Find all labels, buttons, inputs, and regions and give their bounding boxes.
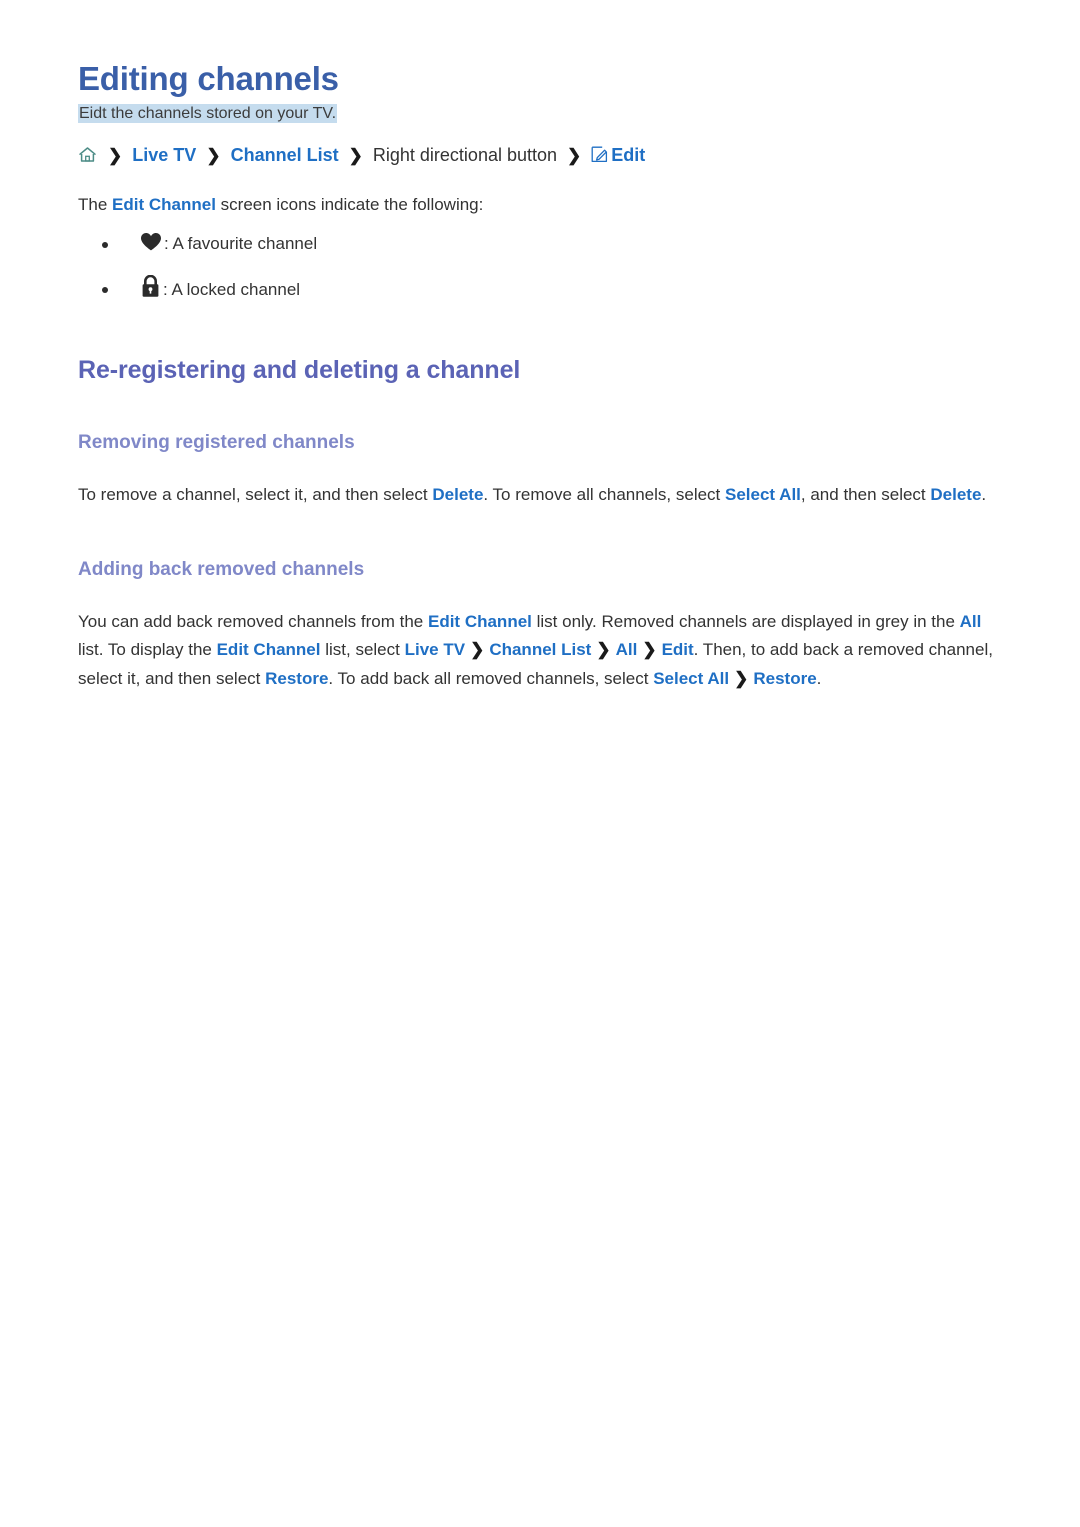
text: You can add back removed channels from t… xyxy=(78,611,428,631)
legend-text-favourite: : A favourite channel xyxy=(164,233,318,253)
intro-text-1: The xyxy=(78,194,113,214)
list-item: : A locked channel xyxy=(78,274,1002,303)
text: . xyxy=(816,669,822,689)
link-all[interactable]: All xyxy=(616,640,638,659)
breadcrumb-item-channel-list[interactable]: Channel List xyxy=(231,145,339,165)
paragraph-removing-registered-channels: To remove a channel, select it, and then… xyxy=(78,481,1002,510)
breadcrumb-item-edit[interactable]: Edit xyxy=(611,145,645,165)
breadcrumb: ❯ Live TV ❯ Channel List ❯ Right directi… xyxy=(78,142,1002,169)
paragraph-adding-back-removed-channels: You can add back removed channels from t… xyxy=(78,608,1002,695)
breadcrumb-item-live-tv[interactable]: Live TV xyxy=(132,145,196,165)
section-heading-re-registering: Re-registering and deleting a channel xyxy=(78,356,521,385)
breadcrumb-item-right-directional-button: Right directional button xyxy=(372,144,558,165)
icon-legend-list: : A favourite channel : A locked channel xyxy=(78,230,1002,303)
link-restore[interactable]: Restore xyxy=(753,669,816,688)
link-restore[interactable]: Restore xyxy=(265,669,328,688)
text: To remove a channel, select it, and then… xyxy=(78,484,433,504)
link-delete[interactable]: Delete xyxy=(930,485,981,504)
intro-paragraph: The Edit Channel screen icons indicate t… xyxy=(78,191,1002,220)
edit-pencil-icon[interactable] xyxy=(591,146,608,163)
link-edit[interactable]: Edit xyxy=(662,640,694,659)
text: list, select xyxy=(320,640,405,660)
list-item: : A favourite channel xyxy=(78,230,1002,257)
inline-separator: ❯ xyxy=(470,640,485,660)
heart-icon xyxy=(140,232,162,252)
text: , and then select xyxy=(800,484,931,504)
page-subtitle: Eidt the channels stored on your TV. xyxy=(78,103,338,123)
link-edit-channel[interactable]: Edit Channel xyxy=(217,640,321,659)
page-title: Editing channels xyxy=(78,60,339,97)
document-page: Editing channels Eidt the channels store… xyxy=(0,0,1080,1527)
subsection-heading-adding-back-removed-channels: Adding back removed channels xyxy=(78,558,365,580)
link-channel-list[interactable]: Channel List xyxy=(489,640,591,659)
link-edit-channel[interactable]: Edit Channel xyxy=(428,612,532,631)
text: . To add back all removed channels, sele… xyxy=(328,669,654,689)
page-subtitle-row: Eidt the channels stored on your TV. xyxy=(78,102,1002,126)
breadcrumb-separator: ❯ xyxy=(567,145,582,165)
text: . To remove all channels, select xyxy=(483,484,725,504)
link-delete[interactable]: Delete xyxy=(432,485,483,504)
text: list only. Removed channels are displaye… xyxy=(531,611,960,631)
link-edit-channel[interactable]: Edit Channel xyxy=(112,195,216,214)
home-icon[interactable] xyxy=(78,146,97,163)
text: . xyxy=(981,484,987,504)
link-select-all[interactable]: Select All xyxy=(725,485,801,504)
legend-text-locked: : A locked channel xyxy=(163,280,301,300)
breadcrumb-separator: ❯ xyxy=(348,145,363,165)
inline-separator: ❯ xyxy=(734,669,749,689)
link-select-all[interactable]: Select All xyxy=(653,669,729,688)
breadcrumb-separator: ❯ xyxy=(206,145,221,165)
inline-separator: ❯ xyxy=(642,640,657,660)
subsection-heading-removing-registered-channels: Removing registered channels xyxy=(78,432,355,454)
inline-separator: ❯ xyxy=(596,640,611,660)
link-all[interactable]: All xyxy=(960,612,982,631)
lock-icon xyxy=(140,274,161,298)
text: list. To display the xyxy=(78,640,217,660)
breadcrumb-separator: ❯ xyxy=(108,145,123,165)
intro-text-2: screen icons indicate the following: xyxy=(215,194,484,214)
link-live-tv[interactable]: Live TV xyxy=(405,640,465,659)
